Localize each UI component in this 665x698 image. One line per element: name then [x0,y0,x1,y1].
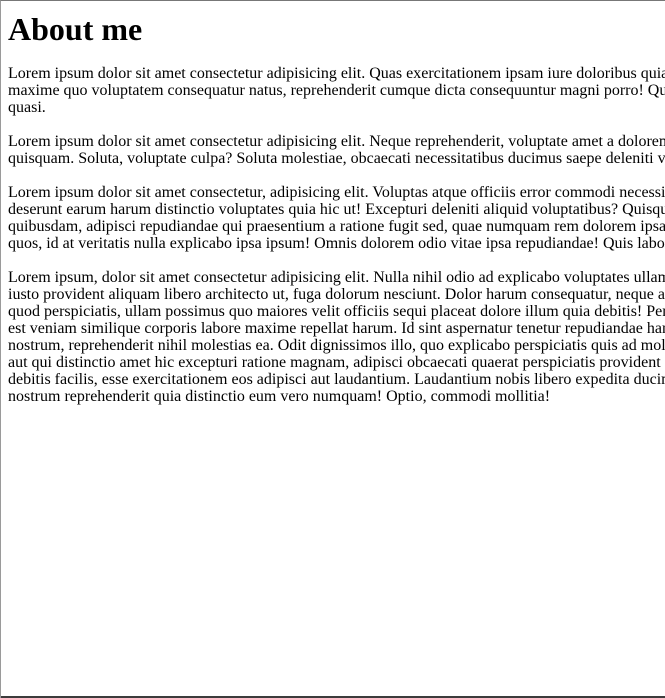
paragraph-line: aut qui distinctio amet hic excepturi ra… [8,354,661,371]
paragraph-line: quasi. [8,99,46,116]
paragraph-line: nostrum, reprehenderit nihil molestias e… [8,337,665,354]
paragraph-3: Lorem ipsum dolor sit amet consectetur, … [8,184,665,252]
paragraph-line: quos, id at veritatis nulla explicabo ip… [8,235,665,252]
paragraph-line: quod perspiciatis, ullam possimus quo ma… [8,303,665,320]
paragraph-line: deserunt earum harum distinctio voluptat… [8,201,665,218]
page-viewport: About me Lorem ipsum dolor sit amet cons… [0,0,665,698]
paragraph-line: Lorem ipsum, dolor sit amet consectetur … [8,269,665,286]
paragraph-1: Lorem ipsum dolor sit amet consectetur a… [8,65,665,116]
paragraph-line: est veniam similique corporis labore max… [8,320,665,337]
paragraph-line: debitis facilis, esse exercitationem eos… [8,371,665,388]
paragraph-line: quisquam. Soluta, voluptate culpa? Solut… [8,150,665,167]
paragraph-line: nostrum reprehenderit quia distinctio eu… [8,388,551,405]
paragraph-line: Lorem ipsum dolor sit amet consectetur, … [8,184,665,201]
paragraph-line: iusto provident aliquam libero architect… [8,286,665,303]
paragraph-4: Lorem ipsum, dolor sit amet consectetur … [8,269,665,405]
page-title: About me [8,11,143,47]
page-content: About me Lorem ipsum dolor sit amet cons… [8,1,665,422]
paragraph-line: Lorem ipsum dolor sit amet consectetur a… [8,65,665,82]
paragraph-2: Lorem ipsum dolor sit amet consectetur a… [8,133,665,167]
paragraph-line: maxime quo voluptatem consequatur natus,… [8,82,665,99]
paragraph-line: Lorem ipsum dolor sit amet consectetur a… [8,133,665,150]
paragraph-line: quibusdam, adipisci repudiandae qui prae… [8,218,665,235]
